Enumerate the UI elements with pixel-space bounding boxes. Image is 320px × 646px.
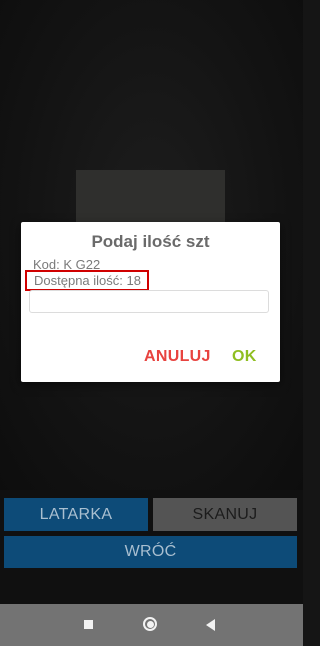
available-quantity-label: Dostępna ilość: 18 — [25, 270, 149, 291]
dialog-title: Podaj ilość szt — [91, 232, 210, 251]
scan-button[interactable]: SKANUJ — [153, 498, 297, 531]
quantity-dialog: Podaj ilość szt Kod: K G22 Dostępna iloś… — [21, 222, 280, 382]
cancel-button[interactable]: ANULUJ — [144, 348, 211, 366]
home-dot-icon — [146, 620, 154, 628]
flashlight-button[interactable]: LATARKA — [4, 498, 148, 531]
recents-square-icon[interactable] — [84, 620, 93, 629]
ok-button[interactable]: OK — [232, 348, 257, 366]
back-triangle-icon[interactable] — [206, 619, 215, 631]
home-circle-icon[interactable] — [143, 617, 157, 631]
quantity-input[interactable] — [29, 290, 269, 313]
back-button[interactable]: WRÓĆ — [4, 536, 297, 568]
